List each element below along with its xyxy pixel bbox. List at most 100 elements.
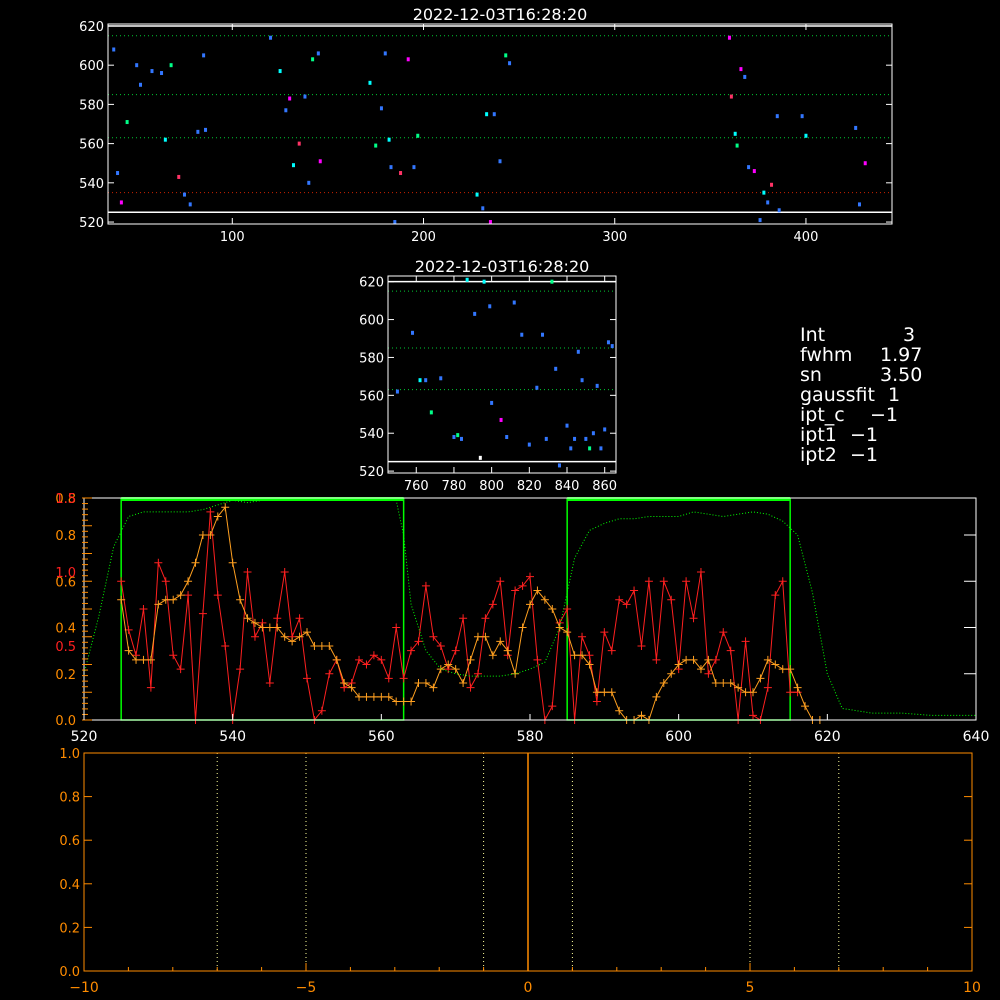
data-point bbox=[488, 304, 492, 309]
data-point bbox=[584, 436, 588, 441]
data-point bbox=[743, 74, 747, 79]
y-tick-label: 520 bbox=[359, 465, 384, 480]
data-point bbox=[570, 651, 579, 660]
data-point bbox=[512, 300, 516, 305]
x-tick-label: 5 bbox=[746, 980, 755, 996]
data-point bbox=[615, 595, 624, 604]
data-point bbox=[511, 669, 520, 678]
x-tick-label: 840 bbox=[555, 479, 580, 494]
data-point bbox=[383, 51, 387, 56]
y-tick-label: 0.4 bbox=[55, 622, 76, 637]
info-ipt2-value: −1 bbox=[850, 444, 879, 466]
data-point bbox=[726, 646, 735, 655]
x-tick-label: −5 bbox=[296, 980, 317, 996]
data-point bbox=[418, 378, 422, 383]
x-tick-label: 200 bbox=[411, 230, 436, 245]
info-ipt-c-value: −1 bbox=[870, 404, 899, 426]
profile-panel: 520 540 560 580 600 620 6400.00.20.40.60.80.81… bbox=[55, 492, 989, 745]
data-point bbox=[771, 660, 780, 669]
x-tick-label: 860 bbox=[592, 479, 617, 494]
data-point bbox=[689, 614, 698, 623]
data-point bbox=[236, 665, 245, 674]
data-point bbox=[696, 568, 705, 576]
data-point bbox=[667, 595, 676, 604]
data-point bbox=[492, 112, 496, 117]
data-point bbox=[652, 692, 661, 701]
data-point bbox=[739, 67, 743, 72]
data-point bbox=[139, 655, 148, 664]
data-point bbox=[384, 692, 393, 701]
data-point bbox=[857, 202, 861, 207]
data-point bbox=[387, 137, 391, 142]
data-point bbox=[198, 609, 207, 618]
data-point bbox=[202, 53, 206, 58]
data-point bbox=[459, 614, 468, 623]
data-point bbox=[733, 131, 737, 136]
data-point bbox=[221, 642, 230, 650]
x-tick-label: 0 bbox=[524, 980, 533, 996]
data-point bbox=[316, 51, 320, 56]
info-fwhm-label: fwhm bbox=[800, 344, 853, 366]
data-point bbox=[682, 655, 691, 664]
info-ipt-c: ipt_c −1 bbox=[800, 405, 898, 425]
y-tick-label: 1.0 bbox=[55, 566, 76, 581]
data-point bbox=[606, 340, 610, 345]
data-point bbox=[473, 632, 482, 641]
data-point bbox=[429, 683, 438, 692]
data-point bbox=[177, 174, 181, 179]
data-point bbox=[735, 143, 739, 148]
data-point bbox=[569, 446, 573, 451]
data-point bbox=[465, 277, 469, 282]
data-point bbox=[278, 69, 282, 74]
data-point bbox=[116, 171, 120, 176]
data-point bbox=[310, 642, 319, 650]
data-point bbox=[622, 600, 631, 609]
data-point bbox=[416, 133, 420, 138]
data-point bbox=[362, 692, 371, 701]
data-point bbox=[191, 558, 200, 567]
y-tick-label: 0.4 bbox=[59, 878, 80, 893]
data-point bbox=[176, 591, 185, 600]
y-tick-label: 540 bbox=[79, 177, 104, 192]
data-point bbox=[150, 69, 154, 74]
data-point bbox=[610, 344, 614, 349]
data-point bbox=[711, 655, 720, 664]
info-gaussfit-label: gaussfit bbox=[800, 384, 875, 406]
data-point bbox=[763, 683, 772, 692]
bottom-panel: −10 −5 0 5 10 0.0 0.2 0.4 0.6 0.8 1.0 bbox=[59, 747, 981, 996]
data-point bbox=[762, 190, 766, 195]
data-point bbox=[384, 674, 393, 683]
x-tick-label: −10 bbox=[69, 980, 99, 996]
x-tick-label: 620 bbox=[814, 729, 841, 745]
data-point bbox=[406, 57, 410, 62]
data-point bbox=[184, 591, 193, 600]
data-point bbox=[265, 679, 274, 687]
data-point bbox=[599, 446, 603, 451]
x-tick-label: 10 bbox=[963, 980, 981, 996]
data-point bbox=[317, 642, 326, 650]
data-point bbox=[488, 651, 497, 660]
data-point bbox=[505, 435, 509, 440]
data-point bbox=[473, 311, 477, 316]
x-tick-label: 760 bbox=[404, 479, 429, 494]
data-point bbox=[719, 679, 728, 687]
data-point bbox=[161, 595, 170, 604]
data-point bbox=[475, 192, 479, 197]
data-point bbox=[603, 427, 607, 432]
series-line bbox=[120, 511, 798, 722]
data-point bbox=[146, 683, 155, 692]
y-tick-label: 0.2 bbox=[55, 668, 76, 683]
y-tick-label: 0.0 bbox=[59, 965, 80, 980]
plot-canvas: 2022-12-03T16:28:20100 200 300 400520540560… bbox=[55, 5, 989, 996]
info-int-value: 3 bbox=[903, 324, 916, 346]
data-point bbox=[563, 628, 572, 637]
data-point bbox=[303, 94, 307, 99]
x-tick-label: 100 bbox=[220, 230, 245, 245]
data-point bbox=[644, 577, 653, 586]
y-tick-label: 600 bbox=[79, 59, 104, 74]
info-ipt2-label: ipt2 bbox=[800, 444, 837, 466]
data-point bbox=[659, 577, 668, 586]
data-point bbox=[236, 595, 245, 604]
data-point bbox=[682, 577, 691, 586]
data-point bbox=[368, 80, 372, 85]
